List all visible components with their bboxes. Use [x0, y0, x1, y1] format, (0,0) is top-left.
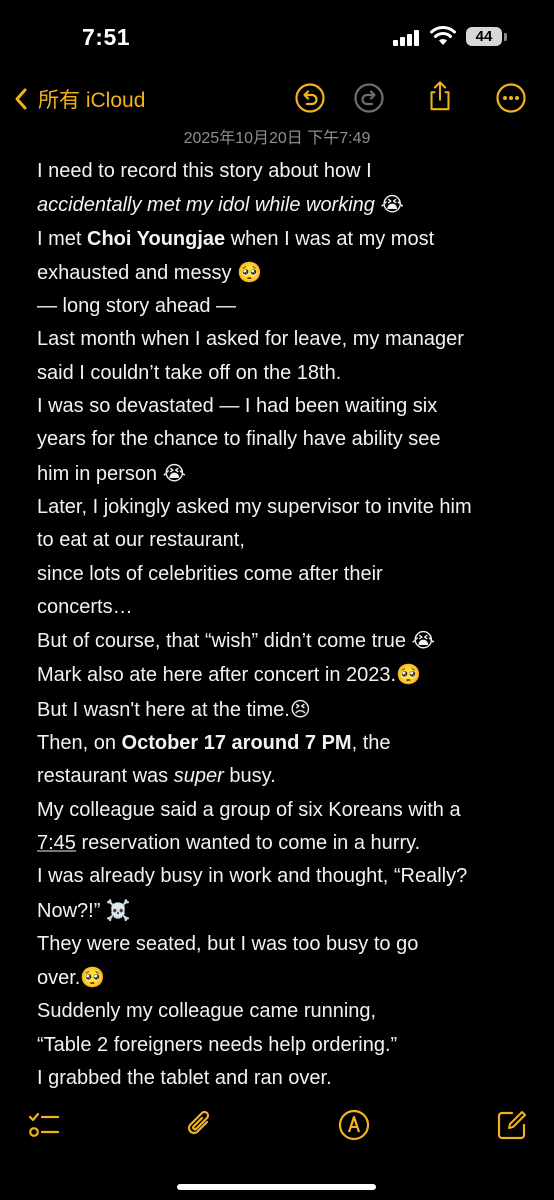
note-post-text: busy. [223, 765, 276, 788]
note-line: Mark also ate here after concert in 2023… [37, 658, 542, 692]
note-italic-text: super [173, 765, 224, 788]
note-pre-text: Last month when I asked for leave, my ma… [37, 328, 464, 351]
note-pre-text: him in person [37, 462, 163, 485]
note-pre-text: “Table 2 foreigners needs help ordering.… [37, 1033, 398, 1056]
note-pre-text: They were seated, but I was too busy to … [37, 932, 419, 955]
note-pre-text: I grabbed the tablet and ran over. [37, 1067, 332, 1090]
note-pre-text: over. [37, 967, 81, 990]
more-icon[interactable] [495, 82, 527, 114]
note-pre-text: I need to record this story about how I [37, 160, 372, 182]
note-pre-text: Later, I jokingly asked my supervisor to… [37, 495, 472, 518]
note-line: said I couldn’t take off on the 18th. [37, 357, 542, 390]
battery-cap [504, 33, 507, 41]
note-post-text: , the [351, 732, 391, 755]
note-emoji-text: 🥺 [237, 259, 263, 284]
note-pre-text: Then, on [37, 732, 122, 755]
note-line: over.🥺 [37, 961, 542, 995]
note-link-text[interactable]: 7:45 [37, 832, 76, 854]
chevron-left-icon [15, 88, 27, 110]
note-line: to eat at our restaurant, [37, 524, 542, 557]
redo-icon[interactable] [353, 82, 385, 114]
note-line: since lots of celebrities come after the… [37, 558, 542, 591]
note-line: I was so devastated — I had been waiting… [37, 390, 542, 423]
note-pre-text: said I couldn’t take off on the 18th. [37, 361, 342, 384]
navigation-bar: 所有 iCloud [0, 76, 554, 126]
note-line: — long story ahead — [37, 290, 542, 323]
note-pre-text: — long story ahead — [37, 295, 236, 318]
status-time: 7:51 [82, 24, 131, 50]
note-pre-text: exhausted and messy [37, 261, 238, 284]
note-pre-text: I met [37, 227, 88, 250]
note-pre-text: to eat at our restaurant, [37, 529, 245, 552]
note-pre-text: Suddenly my colleague came running, [37, 1000, 377, 1023]
note-emoji-text: 😭 [162, 460, 186, 485]
note-line: But I wasn't here at the time.😣 [37, 693, 542, 727]
note-emoji-text: 😣 [289, 696, 311, 721]
note-body[interactable]: I need to record this story about how I a… [37, 155, 542, 1095]
note-line: I need to record this story about how I [37, 155, 542, 188]
note-pre-text: I was already busy in work and thought, … [37, 865, 468, 888]
note-pre-text: years for the chance to finally have abi… [37, 428, 441, 451]
note-bold-text: Choi Youngjae [87, 227, 226, 250]
note-line: him in person 😭 [37, 457, 542, 491]
note-date: 2025年10月20日 下午7:49 [183, 130, 371, 147]
checklist-icon[interactable] [27, 1108, 61, 1142]
note-italic-text: accidentally met my idol while working [37, 194, 375, 217]
note-pre-text: since lots of celebrities come after the… [37, 562, 383, 585]
note-post-text: when I was at my most [225, 227, 435, 250]
battery-indicator: 44 [466, 27, 502, 46]
note-line: Now?!” ☠️ [37, 894, 542, 928]
note-line: My colleague said a group of six Koreans… [37, 794, 542, 827]
note-line: But of course, that “wish” didn’t come t… [37, 624, 542, 658]
wifi-icon [430, 26, 456, 45]
compose-icon[interactable] [495, 1108, 529, 1142]
note-line: I was already busy in work and thought, … [37, 860, 542, 893]
note-emoji-text: 😭 [411, 628, 435, 653]
back-button[interactable]: 所有 iCloud [14, 82, 145, 116]
note-emoji-text: ☠️ [105, 897, 131, 922]
note-line: 7:45 reservation wanted to come in a hur… [37, 827, 542, 860]
note-pre-text: Now?!” [37, 899, 106, 922]
note-line: accidentally met my idol while working 😭 [37, 188, 542, 222]
note-pre-text: concerts… [37, 595, 133, 618]
cellular-signal-icon [393, 30, 421, 46]
note-pre-text: But I wasn't here at the time. [37, 698, 290, 721]
note-line: years for the chance to finally have abi… [37, 423, 542, 456]
bottom-toolbar [0, 1100, 554, 1160]
undo-icon[interactable] [294, 82, 326, 114]
note-line: “Table 2 foreigners needs help ordering.… [37, 1029, 542, 1062]
note-line: I met Choi Youngjae when I was at my mos… [37, 223, 542, 256]
home-indicator [177, 1184, 376, 1190]
note-pre-text: Mark also ate here after concert in 2023… [37, 664, 397, 687]
status-bar: 7:51 44 [0, 0, 554, 76]
note-line: Then, on October 17 around 7 PM, the [37, 727, 542, 760]
note-pre-text: My colleague said a group of six Koreans… [37, 798, 461, 821]
note-line: They were seated, but I was too busy to … [37, 928, 542, 961]
note-pre-text: But of course, that “wish” didn’t come t… [37, 630, 412, 653]
note-pre-text: restaurant was [37, 765, 174, 788]
note-pre-text: I was so devastated — I had been waiting… [37, 395, 438, 418]
note-post-text: reservation wanted to come in a hurry. [75, 831, 421, 854]
note-emoji-text: 🥺 [80, 965, 106, 990]
paperclip-icon[interactable] [183, 1108, 217, 1142]
note-emoji-text: 😭 [380, 192, 404, 217]
pen-icon[interactable] [337, 1108, 371, 1142]
note-line: Suddenly my colleague came running, [37, 995, 542, 1028]
note-bold-text: October 17 around 7 PM [121, 732, 352, 755]
note-line: restaurant was super busy. [37, 760, 542, 793]
note-line: concerts… [37, 591, 542, 624]
share-icon[interactable] [424, 80, 456, 112]
note-line: Later, I jokingly asked my supervisor to… [37, 491, 542, 524]
back-label: 所有 iCloud [38, 89, 146, 112]
note-line: exhausted and messy 🥺 [37, 256, 542, 290]
note-emoji-text: 🥺 [396, 662, 421, 687]
note-line: Last month when I asked for leave, my ma… [37, 323, 542, 356]
